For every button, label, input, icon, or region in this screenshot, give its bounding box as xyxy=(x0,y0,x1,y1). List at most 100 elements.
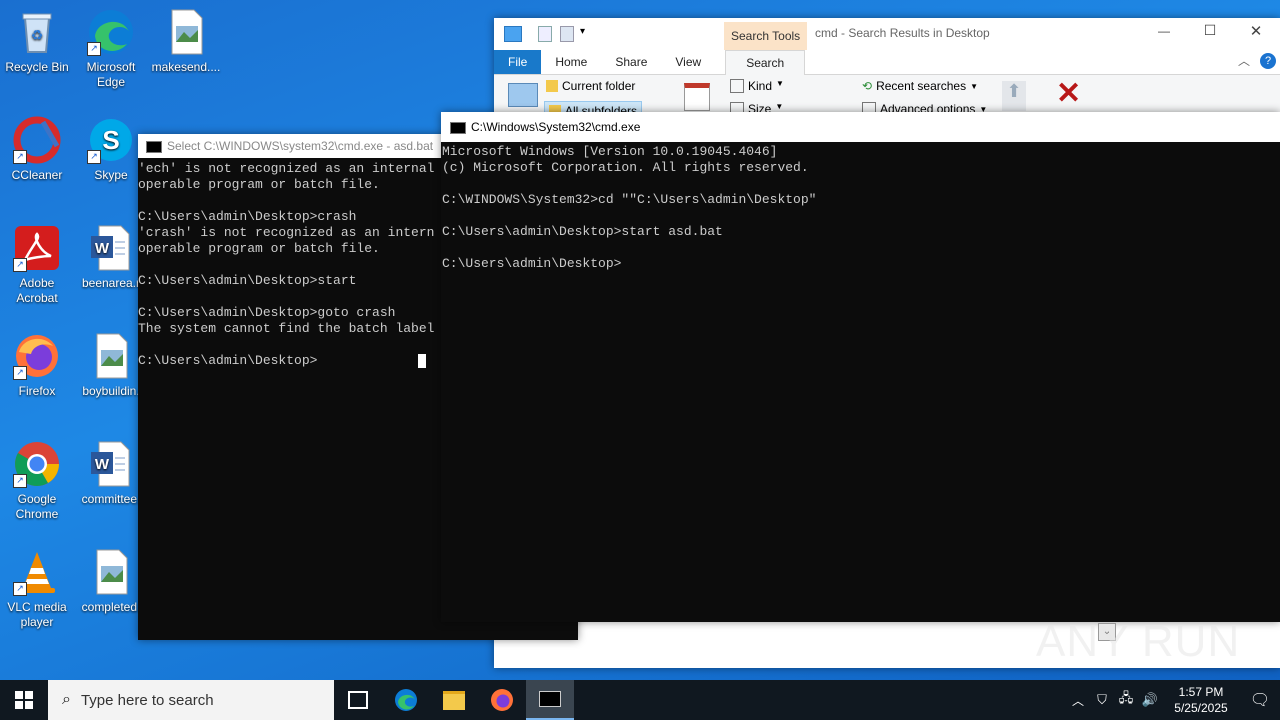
taskbar-file-explorer[interactable] xyxy=(430,680,478,720)
folder-icon xyxy=(504,26,522,42)
help-icon[interactable]: ? xyxy=(1260,53,1276,69)
kind-label: Kind xyxy=(748,79,773,93)
recycle-bin-icon: ♻ xyxy=(13,8,61,56)
taskbar: ⌕ Type here to search ︿ ⛉ 🖧 🔊 1:57 PM 5/… xyxy=(0,680,1280,720)
desktop-icon-label: beenarea.r xyxy=(81,276,141,290)
image-file-icon xyxy=(162,8,210,56)
desktop-icon-recycle-bin[interactable]: ♻ Recycle Bin xyxy=(1,8,73,75)
tab-file[interactable]: File xyxy=(494,50,542,74)
desktop-icon-label: Skype xyxy=(94,168,128,182)
desktop-icon-completed[interactable]: completed. xyxy=(75,548,147,615)
search-placeholder: Type here to search xyxy=(80,691,214,709)
ribbon-collapse-icon[interactable]: ︿ xyxy=(1238,52,1250,69)
desktop-icon-firefox[interactable]: ↗ Firefox xyxy=(1,332,73,399)
security-icon[interactable]: ⛉ xyxy=(1090,692,1114,708)
taskbar-search-box[interactable]: ⌕ Type here to search xyxy=(48,680,334,720)
close-search-button[interactable]: ✕ xyxy=(1056,77,1081,111)
cmd-system32-titlebar[interactable]: C:\Windows\System32\cmd.exe xyxy=(441,112,1280,142)
chevron-down-icon: ▼ xyxy=(970,81,979,91)
current-folder-button[interactable]: Current folder xyxy=(546,79,635,93)
cmd-system32-title: C:\Windows\System32\cmd.exe xyxy=(471,120,641,134)
shortcut-arrow-icon: ↗ xyxy=(13,258,27,272)
desktop-icon-google-chrome[interactable]: ↗ Google Chrome xyxy=(1,440,73,522)
cmd-icon xyxy=(450,122,466,134)
open-file-location-icon[interactable]: ⬆ xyxy=(1002,81,1026,111)
console-line: (c) Microsoft Corporation. All rights re… xyxy=(442,160,809,175)
tab-home[interactable]: Home xyxy=(541,50,601,74)
cmd-window-system32[interactable]: C:\Windows\System32\cmd.exe Microsoft Wi… xyxy=(441,112,1280,622)
taskbar-cmd[interactable] xyxy=(526,680,574,720)
recent-searches-icon: ⟲ xyxy=(862,79,873,93)
ribbon-panel: Current folder All subfolders Kind ▼ Size… xyxy=(494,75,1280,115)
chevron-down-icon: ▼ xyxy=(776,79,784,88)
desktop-icon-edge[interactable]: ↗ Microsoft Edge xyxy=(75,8,147,90)
close-button[interactable]: ✕ xyxy=(1236,22,1276,40)
properties-icon[interactable] xyxy=(538,26,552,42)
notifications-icon[interactable]: 🗨 xyxy=(1240,690,1280,710)
cmd-system32-console[interactable]: Microsoft Windows [Version 10.0.19045.40… xyxy=(441,142,1280,620)
folder-icon xyxy=(546,80,558,92)
ccleaner-icon: ↗ xyxy=(13,116,61,164)
desktop-icon-adobe-acrobat[interactable]: ↗ Adobe Acrobat xyxy=(1,224,73,306)
date-modified-icon[interactable] xyxy=(684,83,710,111)
acrobat-icon: ↗ xyxy=(13,224,61,272)
clock[interactable]: 1:57 PM 5/25/2025 xyxy=(1162,684,1240,716)
kind-icon xyxy=(730,79,744,93)
shortcut-arrow-icon: ↗ xyxy=(13,474,27,488)
desktop-icon-label: completed. xyxy=(81,600,141,614)
network-icon[interactable]: 🖧 xyxy=(1114,689,1138,711)
skype-icon: S ↗ xyxy=(87,116,135,164)
current-folder-label: Current folder xyxy=(562,79,636,93)
image-file-icon xyxy=(87,332,135,380)
context-tab-search-tools[interactable]: Search Tools xyxy=(724,22,808,50)
firefox-icon xyxy=(491,689,513,711)
maximize-button[interactable]: ☐ xyxy=(1190,22,1230,39)
taskbar-firefox[interactable] xyxy=(478,680,526,720)
firefox-icon: ↗ xyxy=(13,332,61,380)
volume-icon[interactable]: 🔊 xyxy=(1138,692,1162,708)
task-view-button[interactable] xyxy=(334,680,382,720)
desktop-icon-committee[interactable]: W committee. xyxy=(75,440,147,507)
vlc-icon: ↗ xyxy=(13,548,61,596)
task-view-icon xyxy=(348,691,368,709)
word-document-icon: W xyxy=(87,440,135,488)
show-hidden-icons-icon[interactable]: ︿ xyxy=(1066,692,1090,709)
taskbar-edge[interactable] xyxy=(382,680,430,720)
ribbon-tabs: File Home Share View Search ︿ ? xyxy=(494,50,1280,75)
desktop-icon-boybuildin[interactable]: boybuildin. xyxy=(75,332,147,399)
cmd-icon xyxy=(146,141,162,153)
chrome-icon: ↗ xyxy=(13,440,61,488)
recent-searches-button[interactable]: ⟲ Recent searches ▼ xyxy=(862,79,978,93)
tab-share[interactable]: Share xyxy=(601,50,661,74)
kind-button[interactable]: Kind ▼ xyxy=(730,79,784,93)
quick-access-dropdown-icon[interactable]: ▾ xyxy=(580,26,585,37)
svg-text:S: S xyxy=(102,125,119,155)
desktop-icon-label: Adobe Acrobat xyxy=(16,276,58,305)
desktop-icon-makesend[interactable]: makesend.... xyxy=(150,8,222,75)
shortcut-arrow-icon: ↗ xyxy=(13,150,27,164)
console-line: Microsoft Windows [Version 10.0.19045.40… xyxy=(442,144,778,159)
tab-search[interactable]: Search xyxy=(725,50,806,75)
search-icon: ⌕ xyxy=(62,691,71,708)
new-folder-icon[interactable] xyxy=(560,26,574,42)
explorer-titlebar[interactable]: ▾ Search Tools cmd - Search Results in D… xyxy=(494,18,1280,50)
desktop-icon-vlc[interactable]: ↗ VLC media player xyxy=(1,548,73,630)
system-tray: ︿ ⛉ 🖧 🔊 1:57 PM 5/25/2025 🗨 xyxy=(1066,680,1280,720)
word-document-icon: W xyxy=(87,224,135,272)
desktop-icon-ccleaner[interactable]: ↗ CCleaner xyxy=(1,116,73,183)
desktop-icon-label: Microsoft Edge xyxy=(86,60,136,89)
watermark-text: ANY RUN xyxy=(1036,617,1241,666)
desktop-icon-label: committee. xyxy=(81,492,141,506)
minimize-button[interactable]: — xyxy=(1144,24,1184,38)
start-button[interactable] xyxy=(0,680,48,720)
desktop-icon-label: Recycle Bin xyxy=(5,60,69,74)
edge-icon xyxy=(395,689,417,711)
shortcut-arrow-icon: ↗ xyxy=(87,150,101,164)
clock-time: 1:57 PM xyxy=(1178,685,1224,699)
tab-view[interactable]: View xyxy=(661,50,715,74)
windows-logo-icon xyxy=(15,691,33,709)
desktop-icon-beenarea[interactable]: W beenarea.r xyxy=(75,224,147,291)
desktop-icon-skype[interactable]: S ↗ Skype xyxy=(75,116,147,183)
